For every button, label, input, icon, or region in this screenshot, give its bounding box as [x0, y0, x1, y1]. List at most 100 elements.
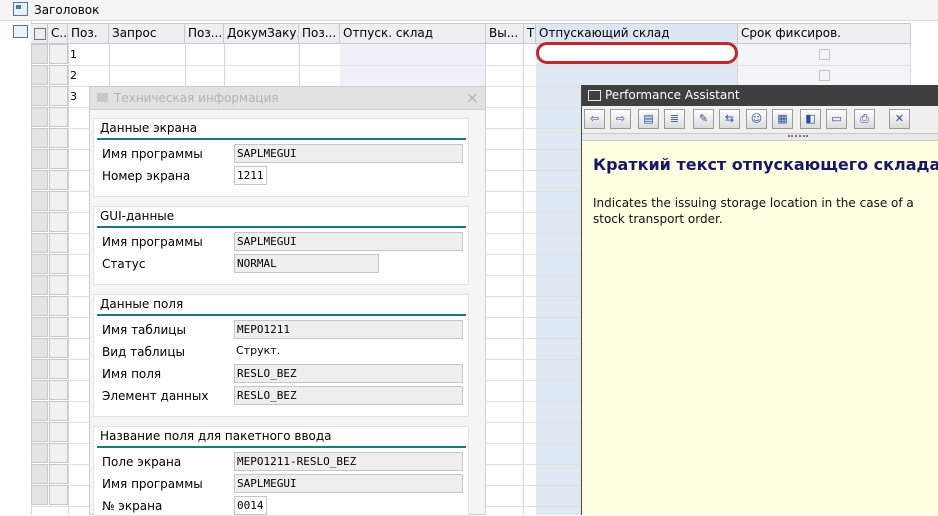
row-selector[interactable] [31, 401, 48, 421]
row-selector[interactable] [31, 317, 48, 337]
users-icon[interactable]: ☺ [746, 109, 767, 129]
item-number[interactable]: 2 [70, 69, 77, 82]
column-header-doc-item[interactable]: Поз... [299, 23, 340, 44]
row-selector[interactable] [31, 149, 48, 169]
row-selector[interactable] [31, 275, 48, 295]
program-name-field[interactable]: SAPLMEGUI [234, 474, 463, 493]
book-icon[interactable]: ▤ [638, 109, 659, 129]
row-selector[interactable] [31, 443, 48, 463]
row-status-cell[interactable] [49, 380, 68, 400]
row-selector[interactable] [31, 485, 48, 505]
pa-titlebar[interactable]: Performance Assistant [582, 85, 938, 106]
status-field[interactable]: NORMAL [234, 254, 379, 273]
back-icon[interactable]: ⇦ [584, 109, 605, 129]
row-selector[interactable] [31, 65, 48, 85]
program-name-field[interactable]: SAPLMEGUI [234, 144, 463, 163]
data-element-field[interactable]: RESLO_BEZ [234, 386, 463, 405]
row-selector[interactable] [31, 296, 48, 316]
row-status-cell[interactable] [49, 401, 68, 421]
table-settings-icon[interactable] [34, 28, 46, 40]
edit-icon[interactable]: ✎ [693, 109, 714, 129]
window-icon [588, 90, 601, 101]
row-status-cell[interactable] [49, 86, 68, 106]
program-name-field[interactable]: SAPLMEGUI [234, 232, 463, 251]
table-name-field[interactable]: MEPO1211 [234, 320, 463, 339]
row-status-cell[interactable] [49, 191, 68, 211]
row-status-cell[interactable] [49, 233, 68, 253]
header-toggle-icon[interactable] [13, 2, 28, 16]
row-selector[interactable] [31, 380, 48, 400]
row-selector[interactable] [31, 422, 48, 442]
row-status-cell[interactable] [49, 359, 68, 379]
row-status-cell[interactable] [49, 422, 68, 442]
column-header-request-item[interactable]: Поз... [185, 23, 224, 44]
row-status-cell[interactable] [49, 212, 68, 232]
row-status-cell[interactable] [49, 443, 68, 463]
row-selector[interactable] [31, 212, 48, 232]
column-header-out[interactable]: Вы... [486, 23, 524, 44]
group-title: Название поля для пакетного ввода [100, 429, 332, 443]
row-status-cell[interactable] [49, 170, 68, 190]
group-divider [97, 446, 466, 448]
row-status-cell[interactable] [49, 485, 68, 505]
issuing-storage-location-input[interactable] [536, 42, 738, 64]
row-status-cell[interactable] [49, 464, 68, 484]
document-icon[interactable]: ▭ [826, 109, 847, 129]
row-selector[interactable] [31, 233, 48, 253]
row-selector[interactable] [31, 128, 48, 148]
forward-icon[interactable]: ⇨ [610, 109, 631, 129]
row-selector[interactable] [31, 107, 48, 127]
technical-info-icon[interactable]: ◧ [800, 109, 821, 129]
row-status-cell[interactable] [49, 128, 68, 148]
row-selector[interactable] [31, 191, 48, 211]
items-toggle-icon[interactable] [13, 25, 28, 38]
close-icon[interactable]: ✕ [889, 109, 910, 129]
print-icon[interactable]: ⎙ [854, 109, 875, 129]
header-title[interactable]: Заголовок [34, 3, 99, 17]
screen-number-field[interactable]: 1211 [234, 166, 267, 185]
row-status-cell[interactable] [49, 65, 68, 85]
row-status-cell[interactable] [49, 254, 68, 274]
column-header-issuing-storage[interactable]: Отпускающий склад [536, 23, 738, 44]
row-selector[interactable] [31, 359, 48, 379]
group-title: Данные поля [100, 297, 184, 311]
row-status-cell[interactable] [49, 296, 68, 316]
close-icon[interactable]: × [466, 88, 479, 108]
row-selector[interactable] [31, 464, 48, 484]
batch-input-group: Название поля для пакетного ввода Поле э… [93, 426, 469, 516]
screen-number-field[interactable]: 0014 [234, 496, 267, 515]
row-selector[interactable] [31, 44, 48, 64]
row-status-cell[interactable] [49, 275, 68, 295]
fix-date-checkbox[interactable] [819, 49, 830, 60]
compare-icon[interactable]: ⇆ [719, 109, 740, 129]
row-status-cell[interactable] [49, 107, 68, 127]
left-gutter [0, 21, 32, 515]
table-icon[interactable]: ▦ [772, 109, 793, 129]
row-selector[interactable] [31, 338, 48, 358]
row-divider [31, 65, 911, 66]
row-status-cell[interactable] [49, 44, 68, 64]
fix-date-checkbox[interactable] [819, 70, 830, 81]
row-selector[interactable] [31, 254, 48, 274]
row-status-cell[interactable] [49, 317, 68, 337]
pa-resize-grip[interactable] [582, 134, 938, 141]
screen-field-field[interactable]: MEPO1211-RESLO_BEZ [234, 452, 463, 471]
column-header-purchase-doc[interactable]: ДокумЗаку... [224, 23, 299, 44]
column-header-issuing-plant[interactable]: Отпуск. склад [340, 23, 486, 44]
column-header-item[interactable]: Поз. [68, 23, 109, 44]
field-name-field[interactable]: RESLO_BEZ [234, 364, 463, 383]
row-selector[interactable] [31, 170, 48, 190]
field-label: Статус [102, 257, 146, 271]
hierarchy-icon[interactable]: ≣ [664, 109, 685, 129]
row-status-cell[interactable] [49, 149, 68, 169]
row-status-cell[interactable] [49, 338, 68, 358]
dialog-titlebar[interactable]: Техническая информация × [90, 87, 485, 110]
header-cell-select[interactable] [31, 23, 48, 44]
row-selector[interactable] [31, 86, 48, 106]
column-header-request[interactable]: Запрос [109, 23, 185, 44]
column-header-fix-date[interactable]: Срок фиксиров. [738, 23, 911, 44]
item-number[interactable]: 1 [70, 48, 77, 61]
column-header-status[interactable]: С.. [48, 23, 68, 44]
column-header-t[interactable]: Т [524, 23, 536, 44]
item-number[interactable]: 3 [70, 90, 77, 103]
